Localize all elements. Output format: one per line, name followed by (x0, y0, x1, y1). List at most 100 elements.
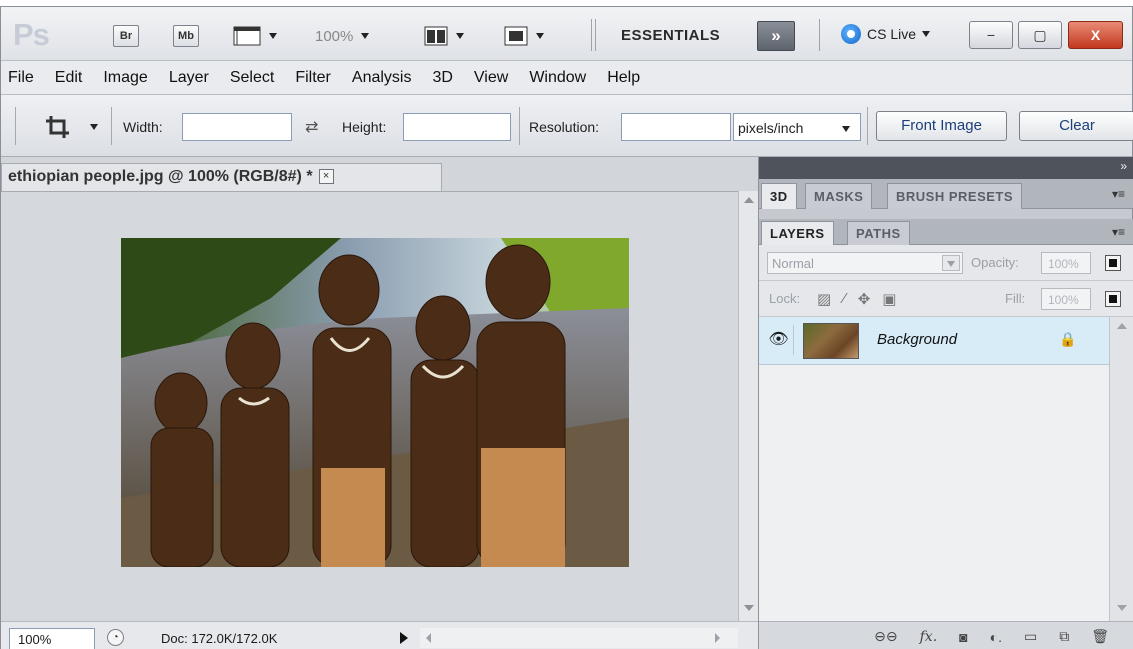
link-layers-icon[interactable]: ⊖⊖ (874, 628, 897, 645)
chevron-down-icon (842, 126, 850, 132)
tab-paths[interactable]: PATHS (847, 221, 910, 245)
eye-icon[interactable]: 👁 (764, 325, 794, 355)
canvas-vertical-scrollbar[interactable] (738, 191, 758, 621)
clear-button[interactable]: Clear (1019, 111, 1133, 141)
options-grip (15, 107, 16, 145)
fill-slider-button[interactable] (1105, 291, 1121, 307)
layer-row-background[interactable]: 👁 Background 🔒 (759, 317, 1109, 365)
zoom-field[interactable]: 100% (9, 628, 95, 649)
collapse-panels-icon[interactable]: » (1120, 159, 1127, 173)
bridge-button[interactable]: Br (113, 25, 139, 47)
workspace-switcher[interactable]: ESSENTIALS (621, 27, 720, 44)
minimize-button[interactable]: − (969, 21, 1013, 49)
document-tab[interactable]: ethiopian people.jpg @ 100% (RGB/8#) * × (1, 163, 442, 191)
arrange-documents-dropdown[interactable] (424, 25, 464, 47)
new-group-icon[interactable]: ▭ (1024, 628, 1037, 645)
chevron-down-icon (269, 33, 277, 39)
menu-filter[interactable]: Filter (295, 69, 331, 87)
width-input[interactable] (182, 113, 292, 141)
status-menu-arrow-icon[interactable] (400, 632, 408, 644)
menu-3d[interactable]: 3D (432, 69, 452, 87)
tab-brush-presets[interactable]: BRUSH PRESETS (887, 183, 1023, 209)
chevron-down-icon[interactable] (90, 124, 98, 130)
crop-tool-preset-picker[interactable] (45, 115, 71, 145)
tab-layers[interactable]: LAYERS (761, 221, 834, 245)
more-workspaces-button[interactable]: » (757, 21, 795, 51)
opacity-label: Opacity: (971, 255, 1019, 270)
canvas-horizontal-scrollbar[interactable] (420, 628, 738, 648)
new-layer-icon[interactable]: ⧉ (1059, 628, 1069, 645)
document-title: ethiopian people.jpg @ 100% (RGB/8#) * (8, 168, 313, 185)
tab-masks[interactable]: MASKS (805, 183, 873, 209)
scroll-up-icon[interactable] (744, 197, 754, 203)
timer-icon[interactable]: ◔ (107, 629, 124, 646)
height-input[interactable] (403, 113, 511, 141)
cs-live-icon (841, 24, 861, 44)
scroll-left-icon[interactable] (426, 633, 431, 643)
restore-button[interactable]: ▢ (1018, 21, 1062, 49)
units-value: pixels/inch (738, 120, 804, 136)
menu-image[interactable]: Image (103, 69, 147, 87)
photoshop-logo: Ps (13, 17, 50, 52)
tab-3d[interactable]: 3D (761, 183, 797, 209)
lock-all-icon[interactable]: ▣ (882, 290, 896, 308)
delete-layer-icon[interactable]: 🗑 (1091, 628, 1109, 645)
blend-mode-select[interactable]: Normal (767, 252, 963, 274)
blend-mode-row: Normal Opacity: 100% (759, 245, 1133, 281)
mini-bridge-button[interactable]: Mb (173, 25, 199, 47)
lock-position-icon[interactable]: ✥ (858, 290, 871, 308)
lock-label: Lock: (769, 291, 801, 306)
view-extras-dropdown[interactable] (233, 25, 277, 47)
menu-layer[interactable]: Layer (169, 69, 209, 87)
lock-options: ▨ ⁄ ✥ ▣ (817, 290, 896, 308)
swap-dimensions-icon[interactable]: ⇄ (305, 117, 318, 137)
menu-file[interactable]: File (8, 69, 34, 87)
resolution-units-select[interactable]: pixels/inch (733, 113, 861, 141)
panel-menu-icon[interactable]: ▾≡ (1112, 187, 1125, 201)
document-canvas[interactable] (1, 191, 738, 621)
opacity-input[interactable]: 100% (1041, 252, 1091, 274)
close-document-icon[interactable]: × (318, 169, 334, 184)
add-mask-icon[interactable]: ◙ (959, 629, 967, 645)
appbar-separator (591, 19, 592, 51)
screen-mode-dropdown[interactable] (504, 25, 544, 47)
photoshop-window: Ps Br Mb 100% ESSENTIALS » CS Live − ▢ X… (0, 6, 1133, 649)
lock-row: Lock: ▨ ⁄ ✥ ▣ Fill: 100% (759, 281, 1133, 317)
scroll-right-icon[interactable] (715, 633, 720, 643)
menu-analysis[interactable]: Analysis (352, 69, 412, 87)
photo-illustration (121, 238, 629, 567)
menu-edit[interactable]: Edit (55, 69, 83, 87)
lock-brush-icon[interactable]: ⁄ (843, 290, 846, 308)
options-separator (519, 107, 520, 145)
opacity-slider-button[interactable] (1105, 255, 1121, 271)
document-area: ethiopian people.jpg @ 100% (RGB/8#) * × (1, 157, 758, 649)
close-window-button[interactable]: X (1068, 21, 1123, 49)
panel-menu-icon[interactable]: ▾≡ (1112, 225, 1125, 239)
document-size: Doc: 172.0K/172.0K (161, 631, 278, 646)
appbar-separator (819, 19, 820, 51)
blend-mode-value: Normal (772, 256, 814, 271)
fill-input[interactable]: 100% (1041, 288, 1091, 310)
front-image-button[interactable]: Front Image (876, 111, 1007, 141)
scroll-down-icon[interactable] (1117, 605, 1127, 611)
menu-select[interactable]: Select (230, 69, 274, 87)
adjustment-layer-icon[interactable]: ◐. (990, 629, 1002, 645)
layer-style-icon[interactable]: fx. (920, 629, 938, 645)
menu-help[interactable]: Help (607, 69, 640, 87)
menu-view[interactable]: View (474, 69, 508, 87)
cs-live-dropdown[interactable]: CS Live (841, 24, 931, 44)
scroll-down-icon[interactable] (744, 605, 754, 611)
crop-icon (46, 116, 69, 138)
width-label: Width: (123, 119, 163, 135)
menu-window[interactable]: Window (529, 69, 586, 87)
scroll-up-icon[interactable] (1117, 323, 1127, 329)
layer-name: Background (877, 331, 958, 348)
blend-dropdown-button[interactable] (942, 255, 960, 271)
zoom-level-dropdown[interactable]: 100% (315, 25, 370, 47)
layers-scrollbar[interactable] (1109, 317, 1133, 621)
resolution-input[interactable] (621, 113, 731, 141)
fill-label: Fill: (1005, 291, 1026, 306)
lock-transparency-icon[interactable]: ▨ (817, 290, 831, 308)
chevron-down-icon (536, 33, 544, 39)
document-status-bar: 100% ◔ Doc: 172.0K/172.0K (1, 621, 758, 649)
